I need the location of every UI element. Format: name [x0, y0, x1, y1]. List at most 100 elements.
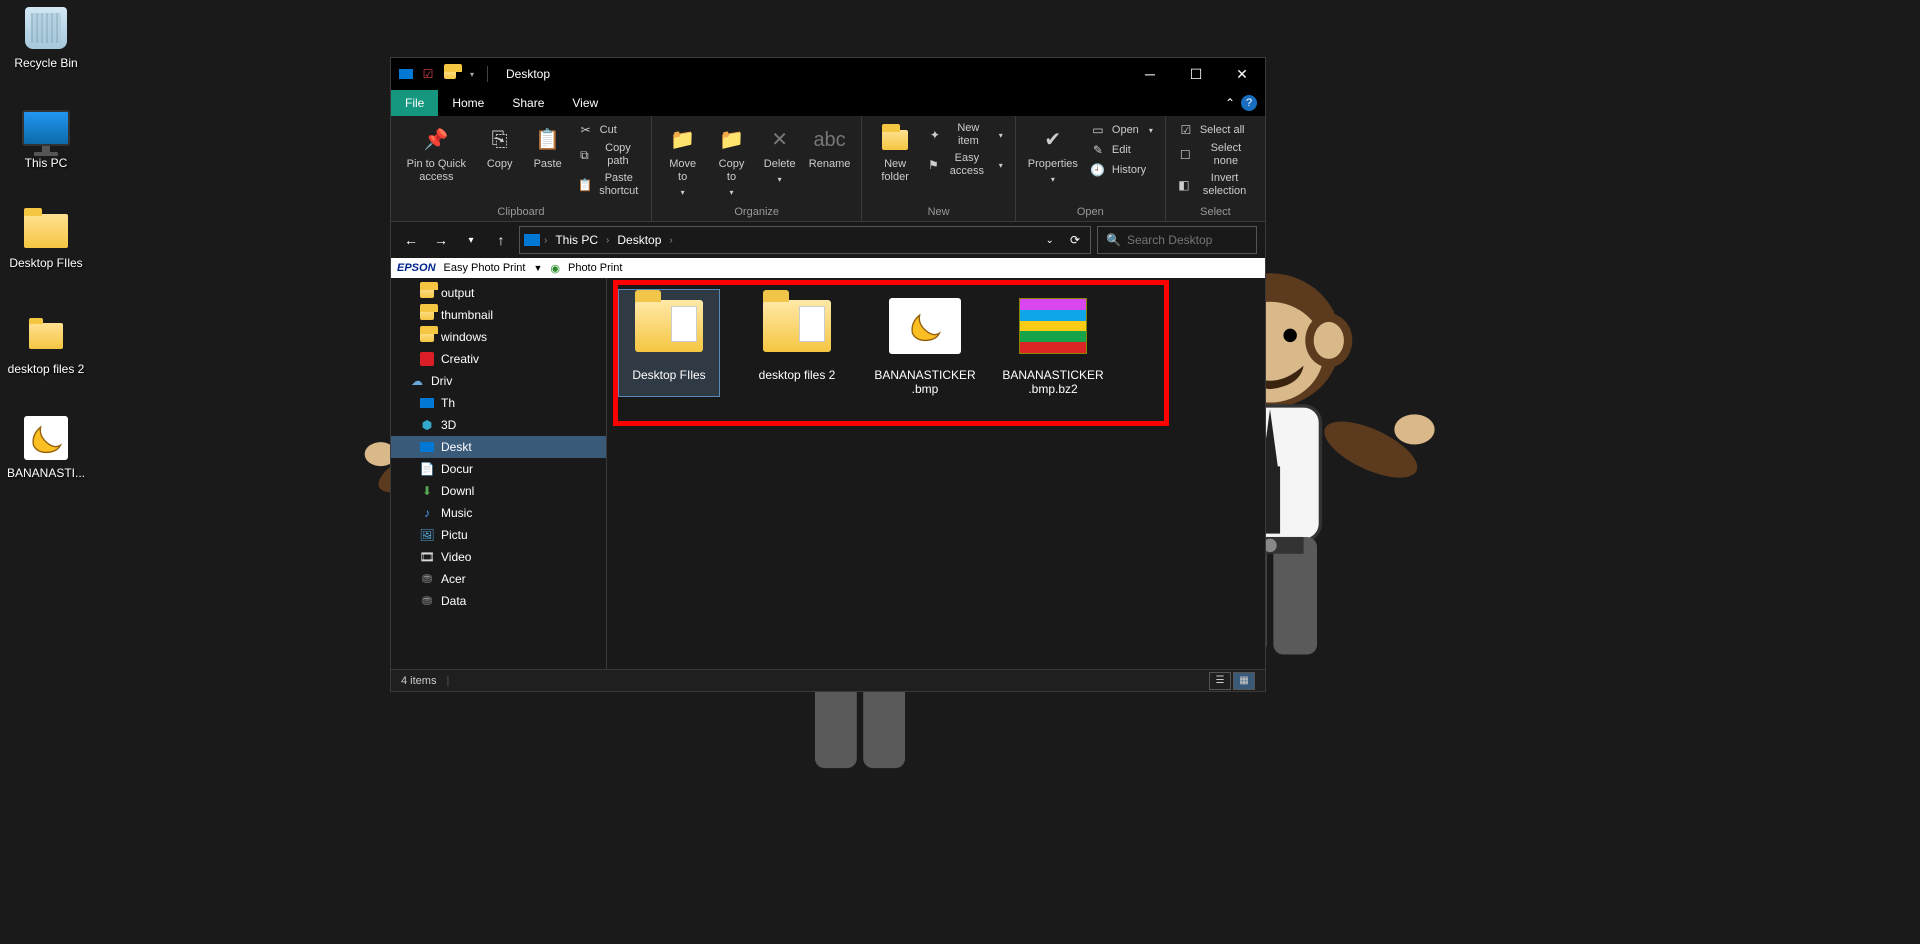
- address-dropdown-icon[interactable]: ⌄: [1040, 235, 1060, 246]
- new-item-button[interactable]: ✦New item▾: [924, 120, 1007, 150]
- epson-photo-print[interactable]: Photo Print: [568, 262, 622, 274]
- forward-button[interactable]: →: [429, 228, 453, 252]
- close-button[interactable]: ✕: [1219, 58, 1265, 90]
- qat-folder-icon[interactable]: [441, 67, 459, 81]
- cut-button[interactable]: ✂Cut: [574, 120, 643, 140]
- search-input[interactable]: [1127, 233, 1248, 247]
- tree-icon: [419, 329, 435, 345]
- desktop-icon-label: desktop files 2: [6, 362, 86, 376]
- tree-label: Data: [441, 594, 466, 608]
- nav-tree[interactable]: outputthumbnailwindowsCreativ☁DrivTh⬢3DD…: [391, 278, 607, 669]
- tree-node[interactable]: Creativ: [391, 348, 606, 370]
- tree-node[interactable]: ⬇Downl: [391, 480, 606, 502]
- tree-icon: 🖼: [419, 527, 435, 543]
- invert-selection-button[interactable]: ◧Invert selection: [1174, 170, 1257, 200]
- select-none-button[interactable]: ☐Select none: [1174, 140, 1257, 170]
- copy-to-button[interactable]: 📁Copy to▾: [709, 120, 753, 203]
- desktop-icon-label: BANANASTI...: [6, 466, 86, 480]
- tree-node[interactable]: 📄Docur: [391, 458, 606, 480]
- explorer-body: outputthumbnailwindowsCreativ☁DrivTh⬢3DD…: [391, 278, 1265, 669]
- address-bar[interactable]: › This PC › Desktop › ⌄ ⟳: [519, 226, 1091, 254]
- desktop-icon-recycle-bin[interactable]: Recycle Bin: [6, 4, 86, 70]
- tree-label: windows: [441, 330, 487, 344]
- paste-shortcut-button[interactable]: 📋Paste shortcut: [574, 170, 643, 200]
- back-button[interactable]: ←: [399, 228, 423, 252]
- ribbon-group-label: New: [870, 203, 1006, 221]
- minimize-button[interactable]: ─: [1127, 58, 1173, 90]
- edit-button[interactable]: ✎Edit: [1086, 140, 1157, 160]
- tree-icon: [419, 285, 435, 301]
- tree-node[interactable]: thumbnail: [391, 304, 606, 326]
- epson-brand: EPSON: [397, 262, 436, 274]
- tree-node[interactable]: ♪Music: [391, 502, 606, 524]
- tree-node[interactable]: windows: [391, 326, 606, 348]
- tree-icon: [419, 351, 435, 367]
- maximize-button[interactable]: ☐: [1173, 58, 1219, 90]
- tab-home[interactable]: Home: [438, 90, 498, 116]
- view-details-button[interactable]: ☰: [1209, 672, 1231, 690]
- tree-icon: ☁: [409, 373, 425, 389]
- pin-button[interactable]: 📌Pin to Quick access: [399, 120, 474, 188]
- copy-to-icon: 📁: [716, 124, 748, 156]
- qat-dropdown-icon[interactable]: ▾: [463, 67, 481, 81]
- delete-button[interactable]: ✕Delete▾: [758, 120, 802, 190]
- delete-icon: ✕: [764, 124, 796, 156]
- tree-node[interactable]: ⬢3D: [391, 414, 606, 436]
- paste-button[interactable]: 📋Paste: [526, 120, 570, 175]
- desktop-icon-desktop-files[interactable]: Desktop FIles: [6, 204, 86, 270]
- tree-node[interactable]: 🎞Video: [391, 546, 606, 568]
- pc-icon: [524, 234, 540, 246]
- help-icon[interactable]: ?: [1241, 95, 1257, 111]
- tree-icon: 📄: [419, 461, 435, 477]
- rename-button[interactable]: abcRename: [806, 120, 854, 175]
- tree-node[interactable]: 🖼Pictu: [391, 524, 606, 546]
- content-pane[interactable]: Desktop FIlesdesktop files 2BANANASTICKE…: [607, 278, 1265, 669]
- desktop-icon-bananasticker[interactable]: BANANASTI...: [6, 414, 86, 480]
- tab-view[interactable]: View: [558, 90, 612, 116]
- ribbon-group-label: Clipboard: [399, 203, 643, 221]
- refresh-icon[interactable]: ⟳: [1064, 233, 1086, 247]
- history-icon: 🕘: [1090, 162, 1106, 178]
- tree-node[interactable]: Th: [391, 392, 606, 414]
- tree-node[interactable]: ⛃Acer: [391, 568, 606, 590]
- copy-button[interactable]: ⎘Copy: [478, 120, 522, 175]
- open-button[interactable]: ▭Open▾: [1086, 120, 1157, 140]
- desktop-icon-this-pc[interactable]: This PC: [6, 104, 86, 170]
- new-folder-button[interactable]: New folder: [870, 120, 919, 188]
- search-box[interactable]: 🔍: [1097, 226, 1257, 254]
- dropdown-icon[interactable]: ▼: [533, 263, 542, 273]
- rename-icon: abc: [814, 124, 846, 156]
- epson-easy-print[interactable]: Easy Photo Print: [444, 262, 526, 274]
- copy-path-icon: ⧉: [578, 147, 591, 163]
- history-button[interactable]: 🕘History: [1086, 160, 1157, 180]
- tree-node[interactable]: output: [391, 282, 606, 304]
- view-icons-button[interactable]: ▦: [1233, 672, 1255, 690]
- move-to-button[interactable]: 📁Move to▾: [660, 120, 705, 203]
- recycle-bin-icon: [25, 7, 67, 49]
- titlebar[interactable]: ☑ ▾ Desktop ─ ☐ ✕: [391, 58, 1265, 90]
- ribbon-group-label: Open: [1024, 203, 1157, 221]
- breadcrumb-desktop[interactable]: Desktop: [613, 233, 665, 247]
- select-all-button[interactable]: ☑Select all: [1174, 120, 1257, 140]
- breadcrumb-this-pc[interactable]: This PC: [551, 233, 602, 247]
- tree-node[interactable]: Deskt: [391, 436, 606, 458]
- tab-file[interactable]: File: [391, 90, 438, 116]
- up-button[interactable]: ↑: [489, 228, 513, 252]
- ribbon-collapse-icon[interactable]: ⌃: [1225, 96, 1235, 110]
- properties-button[interactable]: ✔Properties▾: [1024, 120, 1082, 190]
- easy-access-button[interactable]: ⚑Easy access▾: [924, 150, 1007, 180]
- tree-label: Th: [441, 396, 455, 410]
- invert-icon: ◧: [1178, 177, 1190, 193]
- qat-save-icon[interactable]: ☑: [419, 67, 437, 81]
- desktop-icon-label: Recycle Bin: [6, 56, 86, 70]
- item-icon: [761, 290, 833, 362]
- select-none-icon: ☐: [1178, 147, 1193, 163]
- recent-dropdown[interactable]: ▾: [459, 228, 483, 252]
- tree-node[interactable]: ☁Driv: [391, 370, 606, 392]
- tree-icon: ⬢: [419, 417, 435, 433]
- copy-path-button[interactable]: ⧉Copy path: [574, 140, 643, 170]
- tab-share[interactable]: Share: [498, 90, 558, 116]
- tree-node[interactable]: ⛃Data: [391, 590, 606, 612]
- item-icon: [633, 290, 705, 362]
- desktop-icon-desktop-files-2[interactable]: desktop files 2: [6, 310, 86, 376]
